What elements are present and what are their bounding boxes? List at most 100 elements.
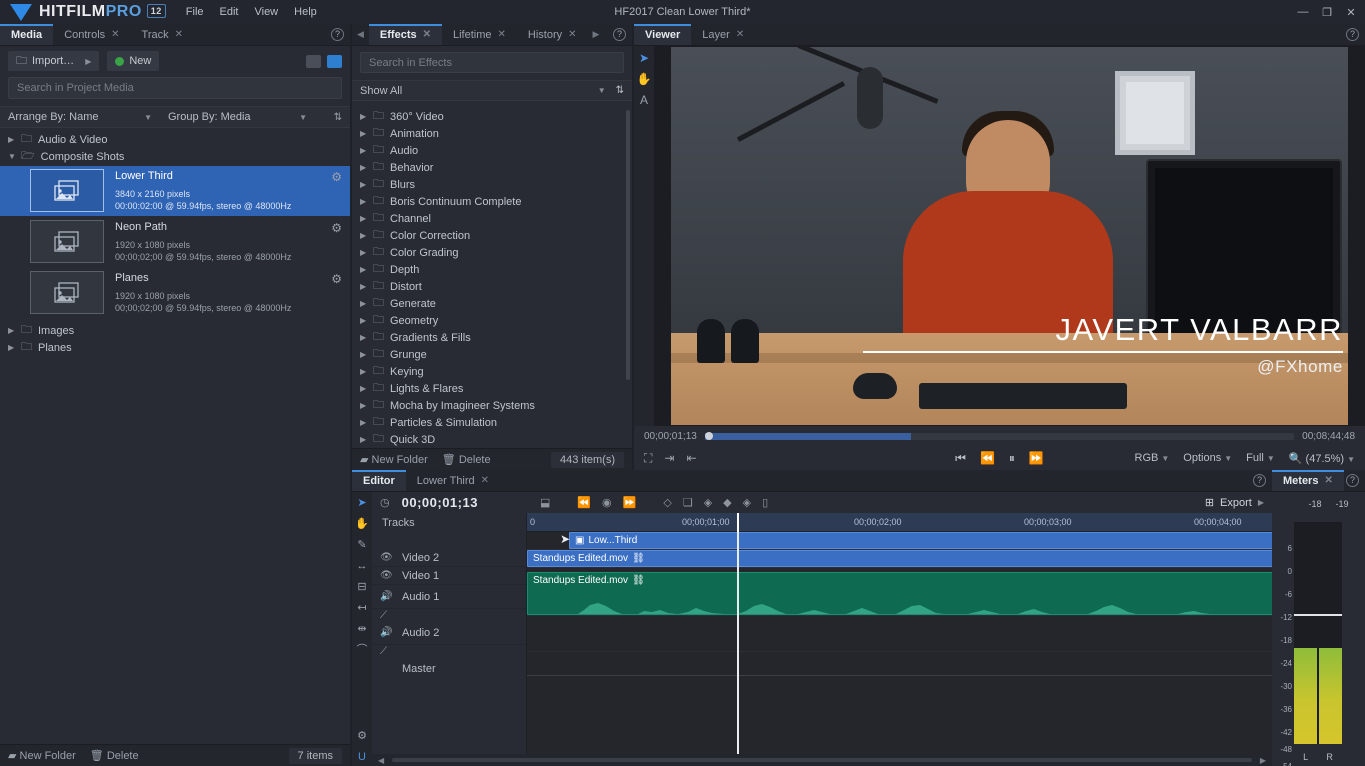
gear-icon[interactable]: ⚙	[357, 730, 367, 742]
scroll-left-icon[interactable]: ◀	[378, 756, 384, 765]
help-icon[interactable]: ?	[1346, 474, 1359, 487]
insert-icon[interactable]: ⬓	[540, 496, 550, 509]
close-icon[interactable]: ✕	[175, 29, 183, 40]
tab-layer[interactable]: Layer ✕	[691, 24, 755, 45]
help-icon[interactable]: ?	[1346, 28, 1359, 41]
chevron-right-icon[interactable]: ▶	[8, 135, 21, 144]
chevron-right-icon[interactable]: ▶	[360, 384, 373, 393]
marker-add-icon[interactable]: ◇	[663, 496, 671, 509]
timeline-horizontal-scrollbar[interactable]: ◀ ▶	[372, 754, 1272, 766]
chevron-right-icon[interactable]: ▶	[8, 326, 21, 335]
tab-lower-third[interactable]: Lower Third ✕	[406, 470, 500, 491]
help-icon[interactable]: ?	[1253, 474, 1266, 487]
chevron-right-icon[interactable]: ▶	[360, 129, 373, 138]
effects-category-list[interactable]: ▶ 🗀 360° Video ▶ 🗀 Animation ▶ 🗀 Audio ▶ 🗀 Behav…	[352, 108, 632, 448]
lane-audio-1[interactable]: Standups Edited.mov ⛓	[527, 572, 1272, 616]
sort-order-icon[interactable]: ⇅	[616, 85, 624, 96]
clip-lower-third[interactable]: ▣ Low...Third	[569, 532, 1272, 549]
effects-category[interactable]: ▶ 🗀 Gradients & Fills	[352, 329, 632, 346]
effects-category[interactable]: ▶ 🗀 Generate	[352, 295, 632, 312]
effects-category[interactable]: ▶ 🗀 Distort	[352, 278, 632, 295]
slide-tool-icon[interactable]: ↔	[357, 560, 368, 572]
media-search-input[interactable]: Search in Project Media	[8, 77, 342, 99]
help-icon[interactable]: ?	[331, 28, 344, 41]
razor-tool-icon[interactable]: ⊟	[357, 581, 366, 593]
minimize-button[interactable]: —	[1297, 6, 1309, 18]
timeline-ruler[interactable]: 0 00;00;01;00 00;00;02;00 00;00;03;00 00…	[527, 513, 1272, 532]
export-button[interactable]: ⊞ Export ▶	[1205, 496, 1264, 510]
gear-icon[interactable]: ⚙	[331, 272, 342, 286]
next-keyframe-icon[interactable]: ⏩	[623, 496, 637, 509]
menu-item-edit[interactable]: Edit	[220, 6, 239, 18]
close-icon[interactable]: ✕	[1324, 475, 1332, 486]
track-header-audio-1[interactable]: 🔊 Audio 1	[372, 585, 526, 609]
viewer-options-select[interactable]: Options ▼	[1183, 452, 1232, 464]
marker-count-icon[interactable]: ▯	[762, 496, 768, 509]
effects-category[interactable]: ▶ 🗀 Mocha by Imagineer Systems	[352, 397, 632, 414]
viewer-playhead-handle[interactable]	[704, 431, 713, 440]
effects-category[interactable]: ▶ 🗀 Keying	[352, 363, 632, 380]
close-icon[interactable]: ✕	[423, 29, 431, 40]
close-icon[interactable]: ✕	[481, 475, 489, 486]
group-by-select[interactable]: Group By: Media ▼	[160, 111, 315, 123]
record-keyframe-icon[interactable]: ◉	[602, 496, 612, 509]
chevron-right-icon[interactable]: ▶	[360, 333, 373, 342]
tree-folder-planes[interactable]: ▶ 🗀 Planes	[0, 339, 350, 356]
chevron-right-icon[interactable]: ▶	[360, 299, 373, 308]
chevron-right-icon[interactable]: ▶	[360, 316, 373, 325]
effects-new-folder-button[interactable]: ▰ New Folder	[360, 453, 428, 466]
chevron-down-icon[interactable]: ▼	[8, 152, 21, 161]
effects-delete-button[interactable]: 🗑 Delete	[442, 453, 491, 466]
media-new-folder-button[interactable]: ▰ New Folder	[8, 749, 76, 762]
keyframe-graph-icon[interactable]: ⟋	[380, 610, 392, 621]
effects-scrollbar[interactable]	[626, 110, 630, 380]
lane-master[interactable]	[527, 652, 1272, 676]
import-button[interactable]: 🗀 Import… ▶	[8, 51, 100, 71]
effects-category[interactable]: ▶ 🗀 Animation	[352, 125, 632, 142]
timeline-playhead-head[interactable]	[737, 513, 739, 532]
effects-filter-select[interactable]: Show All ▼ ⇅	[352, 80, 632, 101]
new-button[interactable]: New	[107, 51, 160, 71]
effects-category[interactable]: ▶ 🗀 Color Correction	[352, 227, 632, 244]
slip-tool-icon[interactable]: ✎	[357, 539, 366, 551]
media-item-planes[interactable]: Planes 1920 x 1080 pixels 00;00;02;00 @ …	[30, 268, 350, 318]
chevron-right-icon[interactable]: ▶	[360, 282, 373, 291]
zoom-select[interactable]: 🔍 (47.5%) ▼	[1289, 452, 1355, 465]
hand-icon[interactable]: ✋	[637, 73, 652, 85]
tab-scroll-left-icon[interactable]: ◀	[352, 24, 369, 45]
chevron-right-icon[interactable]: ▶	[360, 418, 373, 427]
tab-track[interactable]: Track ✕	[131, 24, 194, 45]
lane-video-2[interactable]: ▣ Low...Third	[527, 532, 1272, 550]
chevron-right-icon[interactable]: ▶	[360, 248, 373, 257]
effects-category[interactable]: ▶ 🗀 Quick 3D	[352, 431, 632, 448]
effects-category[interactable]: ▶ 🗀 Geometry	[352, 312, 632, 329]
chevron-right-icon[interactable]: ▶	[360, 197, 373, 206]
track-audio-2-keyframes[interactable]: ⟋	[372, 645, 526, 657]
clip-standups-video[interactable]: Standups Edited.mov ⛓	[527, 550, 1272, 567]
tab-effects[interactable]: Effects ✕	[368, 24, 443, 45]
timeline-tracks-area[interactable]: ▣ Low...Third Standups Edited.mov ⛓ Stan…	[527, 532, 1272, 766]
scroll-thumb[interactable]	[392, 758, 1252, 762]
chevron-right-icon[interactable]: ▶	[360, 265, 373, 274]
effects-category[interactable]: ▶ 🗀 Grunge	[352, 346, 632, 363]
effects-category[interactable]: ▶ 🗀 Color Grading	[352, 244, 632, 261]
chevron-right-icon[interactable]: ▶	[360, 401, 373, 410]
speaker-icon[interactable]: 🔊	[380, 627, 392, 638]
arrange-by-select[interactable]: Arrange By: Name ▼	[0, 111, 160, 123]
effects-category[interactable]: ▶ 🗀 Behavior	[352, 159, 632, 176]
tab-lifetime[interactable]: Lifetime ✕	[442, 24, 517, 45]
close-icon[interactable]: ✕	[736, 29, 744, 40]
maximize-button[interactable]: ❐	[1321, 6, 1333, 19]
speaker-icon[interactable]: 🔊	[380, 591, 392, 602]
lane-video-1[interactable]: Standups Edited.mov ⛓	[527, 550, 1272, 568]
tree-folder-audio-video[interactable]: ▶ 🗀 Audio & Video	[0, 131, 350, 148]
gear-icon[interactable]: ⚙	[331, 221, 342, 235]
pause-icon[interactable]: ⏸	[1009, 451, 1015, 466]
text-tool-icon[interactable]: A	[640, 94, 648, 106]
media-item-neon-path[interactable]: Neon Path 1920 x 1080 pixels 00;00;02;00…	[30, 217, 350, 267]
chevron-right-icon[interactable]: ▶	[360, 112, 373, 121]
tab-editor[interactable]: Editor	[352, 470, 406, 491]
effects-category[interactable]: ▶ 🗀 Lights & Flares	[352, 380, 632, 397]
effects-category[interactable]: ▶ 🗀 Channel	[352, 210, 632, 227]
effects-category[interactable]: ▶ 🗀 Blurs	[352, 176, 632, 193]
